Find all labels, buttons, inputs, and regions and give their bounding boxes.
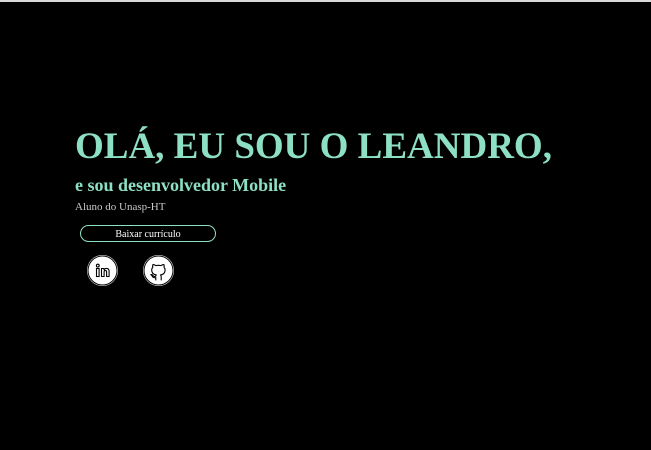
download-cv-button[interactable]: Baixar currículo (80, 225, 216, 242)
top-border (0, 0, 651, 2)
github-link[interactable] (143, 255, 174, 286)
linkedin-link[interactable] (87, 255, 118, 286)
hero-title: OLÁ, EU SOU O LEANDRO, (75, 126, 552, 167)
github-icon (143, 255, 174, 286)
hero-subtitle: e sou desenvolvedor Mobile (75, 175, 287, 195)
hero-section: OLÁ, EU SOU O LEANDRO, e sou desenvolved… (75, 124, 635, 214)
hero-tagline: Aluno do Unasp-HT (75, 201, 166, 213)
linkedin-icon (87, 255, 118, 286)
